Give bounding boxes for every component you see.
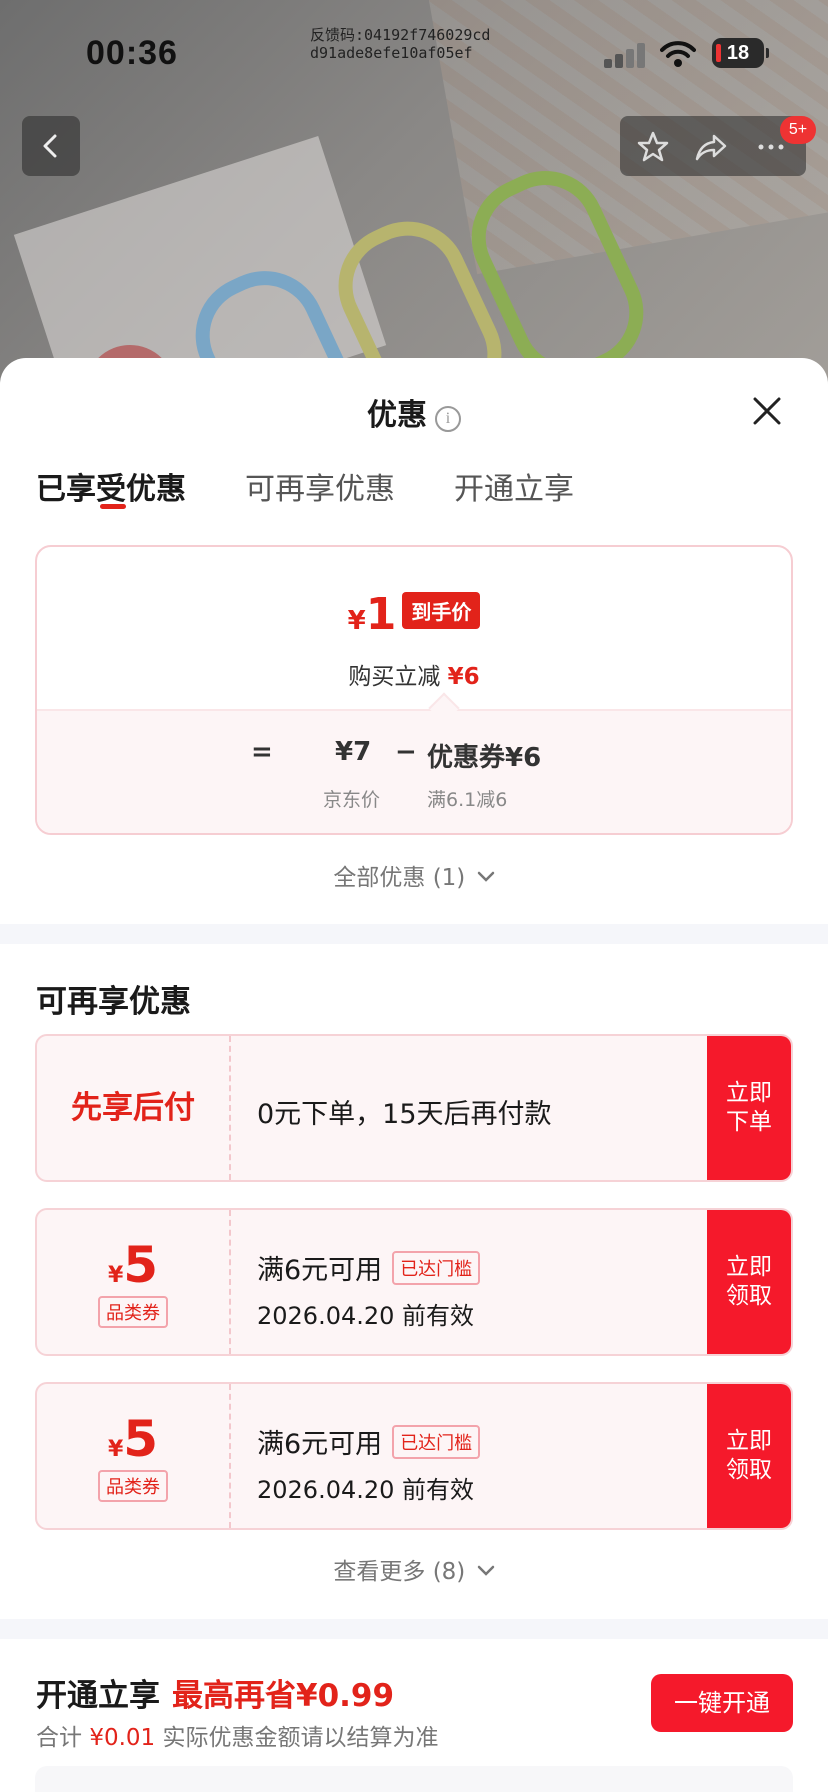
equals-sign: =	[251, 737, 273, 767]
price-summary-card: ¥1 到手价 购买立减 ¥6 = ¥7 − 优惠券¥6 京东价 满6.1减6	[35, 545, 793, 835]
reduce-label: 购买立减	[348, 664, 441, 690]
pay-later-left: 先享后付	[37, 1036, 231, 1180]
sheet-header: 优惠 i	[0, 390, 828, 434]
sheet-title: 优惠	[367, 398, 427, 433]
order-now-button[interactable]: 立即 下单	[707, 1036, 791, 1180]
tab-indicator	[100, 504, 126, 509]
feedback-line-2: d91ade8efe10af05ef	[310, 44, 473, 62]
claim-coupon-button[interactable]: 立即 领取	[707, 1210, 791, 1354]
section-divider	[0, 1619, 828, 1639]
coupon-rule: 满6.1减6	[427, 789, 508, 811]
pay-later-offer: 先享后付 0元下单，15天后再付款 立即 下单	[35, 1034, 793, 1182]
all-offers-toggle[interactable]: 全部优惠 (1)	[0, 858, 828, 892]
coupon-validity: 2026.04.20 前有效	[257, 1302, 475, 1330]
top-action-bar	[620, 116, 806, 176]
coupon-rule-line: 满6元可用 已达门槛	[257, 1248, 481, 1287]
currency-symbol: ¥	[347, 606, 366, 636]
status-time: 00:36	[86, 34, 178, 72]
claim-coupon-button[interactable]: 立即 领取	[707, 1384, 791, 1528]
tab-enjoyed[interactable]: 已享受优惠	[36, 464, 186, 508]
coupon-currency: ¥	[107, 1437, 124, 1462]
coupon-card: ¥5 品类券 满6元可用 已达门槛 2026.04.20 前有效 立即 领取	[35, 1208, 793, 1356]
chevron-down-icon	[477, 1565, 494, 1576]
see-more-label: 查看更多 (8)	[333, 1559, 466, 1585]
battery-icon: 18	[712, 38, 769, 68]
coupon-deduction: 优惠券¥6	[427, 743, 542, 773]
total-label: 合计	[36, 1725, 82, 1751]
section-divider	[0, 924, 828, 944]
message-badge: 5+	[780, 116, 816, 144]
jd-price-label: 京东价	[323, 789, 381, 811]
tab-bar: 已享受优惠 可再享优惠 开通立享	[36, 464, 792, 524]
order-now-line-1: 立即	[726, 1080, 772, 1106]
feedback-code: 反馈码:04192f746029cd d91ade8efe10af05ef	[310, 26, 490, 62]
all-offers-label: 全部优惠 (1)	[333, 865, 466, 891]
coupon-left: ¥5 品类券	[37, 1384, 231, 1528]
claim-line-1: 立即	[726, 1428, 772, 1454]
chevron-left-icon	[43, 134, 57, 158]
claim-line-1: 立即	[726, 1254, 772, 1280]
back-button[interactable]	[22, 116, 80, 176]
threshold-tag: 已达门槛	[392, 1251, 481, 1285]
one-click-open-button[interactable]: 一键开通	[651, 1674, 793, 1732]
coupon-rule: 满6元可用	[257, 1255, 383, 1286]
tab-open-enjoy[interactable]: 开通立享	[454, 464, 574, 508]
order-now-line-2: 下单	[726, 1109, 772, 1135]
discount-sheet: 优惠 i 已享受优惠 可再享优惠 开通立享 ¥1 到手价 购买立减 ¥6 = ¥7 …	[0, 358, 828, 1792]
total-amount: ¥0.01	[89, 1725, 156, 1751]
coupon-value: 5	[123, 1236, 159, 1294]
coupon-type-tag: 品类券	[98, 1470, 168, 1502]
feedback-line-1: 反馈码:04192f746029cd	[310, 26, 491, 44]
coupon-amount: ¥5	[37, 1236, 229, 1294]
open-section-title: 开通立享 最高再省¥0.99	[36, 1670, 394, 1715]
open-section-card	[35, 1766, 793, 1792]
coupon-value: 5	[123, 1410, 159, 1468]
coupon-amount: ¥5	[37, 1410, 229, 1468]
max-saving: 最高再省¥0.99	[172, 1678, 395, 1714]
battery-level: 18	[726, 42, 750, 64]
coupon-validity: 2026.04.20 前有效	[257, 1476, 475, 1504]
more-offers-title: 可再享优惠	[36, 984, 191, 1020]
coupon-card: ¥5 品类券 满6元可用 已达门槛 2026.04.20 前有效 立即 领取	[35, 1382, 793, 1530]
claim-line-2: 领取	[726, 1457, 772, 1483]
chevron-down-icon	[477, 871, 494, 882]
info-icon[interactable]: i	[435, 406, 461, 432]
coupon-left: ¥5 品类券	[37, 1210, 231, 1354]
coupon-rule: 满6元可用	[257, 1429, 383, 1460]
final-price-tag: 到手价	[402, 592, 481, 629]
star-icon[interactable]	[636, 130, 670, 164]
close-icon[interactable]	[750, 394, 784, 428]
signal-icon	[604, 42, 648, 68]
price-breakdown-area	[37, 709, 791, 833]
claim-line-2: 领取	[726, 1283, 772, 1309]
open-title: 开通立享	[36, 1678, 160, 1714]
coupon-type-tag: 品类券	[98, 1296, 168, 1328]
see-more-toggle[interactable]: 查看更多 (8)	[0, 1552, 828, 1586]
tab-more-offers[interactable]: 可再享优惠	[245, 464, 395, 508]
minus-sign: −	[395, 737, 417, 767]
pay-later-label: 先享后付	[71, 1090, 195, 1126]
threshold-tag: 已达门槛	[392, 1425, 481, 1459]
instant-reduction: 购买立减 ¥6	[37, 657, 791, 691]
final-price-value: 1	[365, 589, 397, 640]
total-note: 实际优惠金额请以结算为准	[162, 1725, 439, 1751]
open-section-subtitle: 合计 ¥0.01 实际优惠金额请以结算为准	[36, 1718, 438, 1752]
jd-price: ¥7	[335, 737, 372, 767]
reduce-amount: ¥6	[447, 664, 480, 690]
coupon-currency: ¥	[107, 1263, 124, 1288]
wifi-icon	[660, 41, 696, 67]
coupon-rule-line: 满6元可用 已达门槛	[257, 1422, 481, 1461]
pay-later-desc: 0元下单，15天后再付款	[257, 1099, 552, 1130]
share-icon[interactable]	[694, 130, 728, 164]
final-price: ¥1 到手价	[37, 589, 791, 640]
